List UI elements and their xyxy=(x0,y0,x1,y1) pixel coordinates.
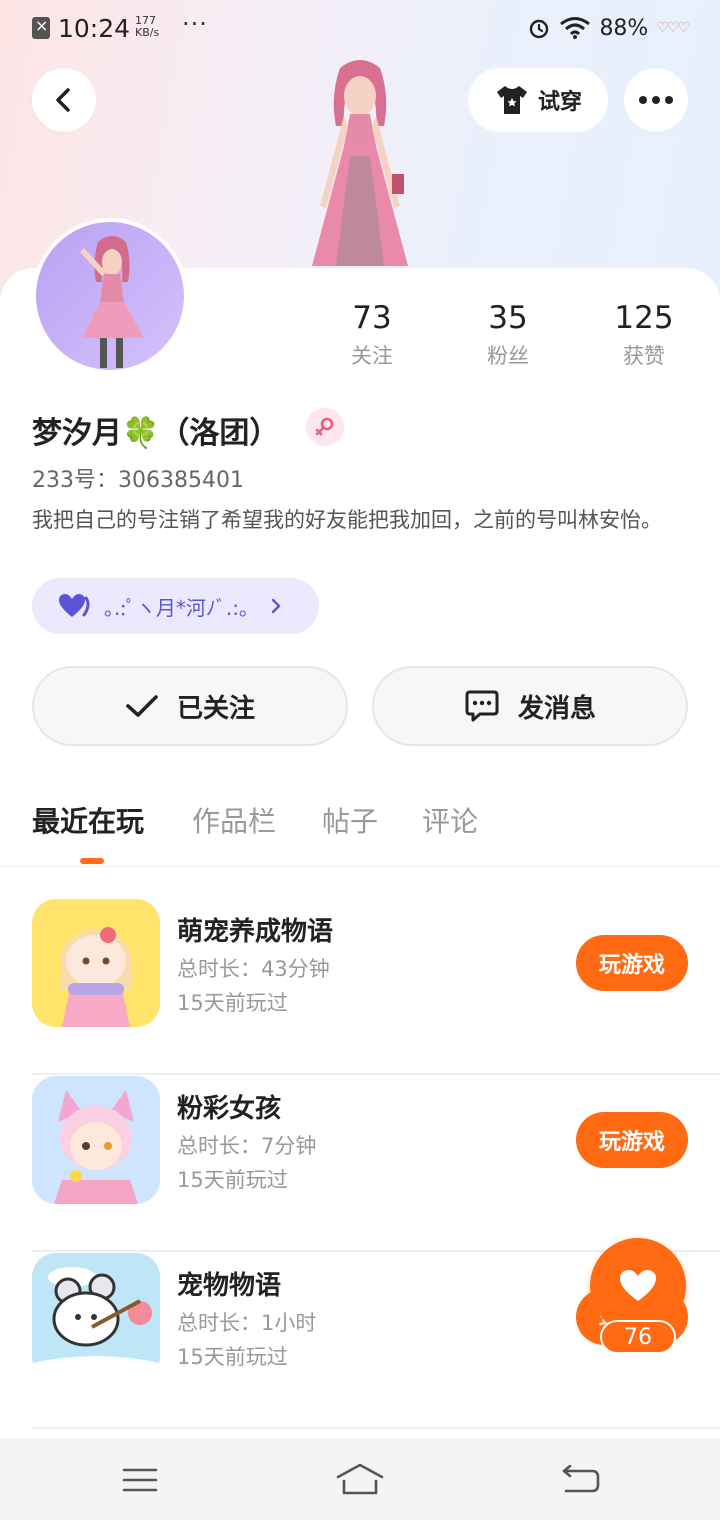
send-message-label: 发消息 xyxy=(517,693,596,724)
stat-label: 关注 xyxy=(351,344,393,368)
check-icon xyxy=(126,695,158,717)
game-duration: 总时长：1小时 xyxy=(177,1311,317,1335)
status-right: 88% ♡♡♡ xyxy=(527,15,690,41)
game-duration: 总时长：43分钟 xyxy=(177,957,330,981)
more-options-button[interactable] xyxy=(624,68,688,132)
chat-bubble-icon xyxy=(465,690,499,722)
battery-level: 88% xyxy=(599,15,649,41)
nav-menu-button[interactable] xyxy=(116,1456,164,1504)
game-last-played: 15天前玩过 xyxy=(177,1168,288,1192)
stat-following[interactable]: 73 关注 xyxy=(312,298,432,370)
tab-posts[interactable]: 帖子 xyxy=(322,800,378,840)
status-sticker-icon: ♡♡♡ xyxy=(656,20,690,36)
nav-back-button[interactable] xyxy=(556,1456,604,1504)
status-more-indicator: ··· xyxy=(182,10,208,38)
heart-icon xyxy=(620,1270,656,1301)
back-icon xyxy=(562,1465,600,1493)
stat-label: 粉丝 xyxy=(487,344,529,368)
notification-icon xyxy=(32,16,50,39)
tab-works[interactable]: 作品栏 xyxy=(192,800,276,840)
stat-value: 73 xyxy=(352,300,392,336)
female-icon xyxy=(315,417,334,436)
status-bar: 10:24 177 KB/s ··· 88% ♡♡♡ xyxy=(0,0,720,56)
system-nav-bar xyxy=(0,1438,720,1520)
avatar[interactable] xyxy=(32,218,188,374)
play-game-button[interactable]: 玩游戏 xyxy=(576,935,688,991)
game-art-image xyxy=(32,1253,160,1381)
game-icon xyxy=(32,1076,160,1204)
game-name: 萌宠养成物语 xyxy=(177,917,334,947)
avatar-image xyxy=(80,236,144,368)
more-dots-icon xyxy=(639,96,673,104)
group-name: ｡.:ﾟヽ月*河ﾉﾞ.:｡ xyxy=(104,595,250,620)
list-item[interactable]: 粉彩女孩 总时长：7分钟 15天前玩过 玩游戏 xyxy=(32,1076,720,1252)
stat-likes[interactable]: 125 获赞 xyxy=(584,298,704,370)
stat-value: 35 xyxy=(488,300,528,336)
stat-value: 125 xyxy=(614,300,674,336)
wifi-icon xyxy=(560,17,591,39)
like-count: 76 xyxy=(600,1320,676,1354)
tabs-divider xyxy=(0,866,720,867)
game-last-played: 15天前玩过 xyxy=(177,1345,288,1369)
follow-button[interactable]: 已关注 xyxy=(32,666,348,746)
user-bio: 我把自己的号注销了希望我的好友能把我加回，之前的号叫林安怡。 xyxy=(32,508,662,532)
network-speed: 177 KB/s xyxy=(135,15,159,39)
nickname: 梦汐月🍀（洛团） xyxy=(32,416,280,451)
follow-label: 已关注 xyxy=(176,693,255,724)
send-message-button[interactable]: 发消息 xyxy=(372,666,688,746)
game-name: 宠物物语 xyxy=(177,1271,282,1301)
game-icon xyxy=(32,1253,160,1381)
back-button[interactable] xyxy=(32,68,96,132)
game-art-image xyxy=(32,1076,160,1204)
chevron-right-icon xyxy=(271,598,281,614)
shirt-icon xyxy=(496,86,527,114)
user-id: 233号：306385401 xyxy=(32,468,244,493)
nav-home-button[interactable] xyxy=(336,1456,384,1504)
tab-active-indicator xyxy=(80,858,104,864)
game-icon xyxy=(32,899,160,1027)
list-item[interactable]: 萌宠养成物语 总时长：43分钟 15天前玩过 玩游戏 xyxy=(32,899,720,1075)
game-name: 粉彩女孩 xyxy=(177,1094,282,1124)
play-game-button[interactable]: 玩游戏 xyxy=(576,1112,688,1168)
game-duration: 总时长：7分钟 xyxy=(177,1134,317,1158)
try-on-button[interactable]: 试穿 xyxy=(468,68,608,132)
menu-icon xyxy=(122,1468,158,1492)
chevron-left-icon xyxy=(56,88,70,112)
network-speed-unit: KB/s xyxy=(135,26,160,39)
tab-comments[interactable]: 评论 xyxy=(422,800,478,840)
try-on-label: 试穿 xyxy=(537,90,582,115)
tab-recent-play[interactable]: 最近在玩 xyxy=(32,800,144,840)
gender-badge xyxy=(306,408,344,446)
profile-stats: 73 关注 35 粉丝 125 获赞 xyxy=(300,298,720,378)
group-link[interactable]: ｡.:ﾟヽ月*河ﾉﾞ.:｡ xyxy=(32,578,319,634)
stat-label: 获赞 xyxy=(623,344,665,368)
stat-followers[interactable]: 35 粉丝 xyxy=(448,298,568,370)
status-time: 10:24 xyxy=(58,14,131,43)
game-last-played: 15天前玩过 xyxy=(177,991,288,1015)
home-icon xyxy=(336,1463,384,1495)
alarm-icon xyxy=(530,19,549,39)
heart-icon xyxy=(59,594,90,617)
avatar-character-image xyxy=(312,60,408,266)
game-art-image xyxy=(32,899,160,1027)
